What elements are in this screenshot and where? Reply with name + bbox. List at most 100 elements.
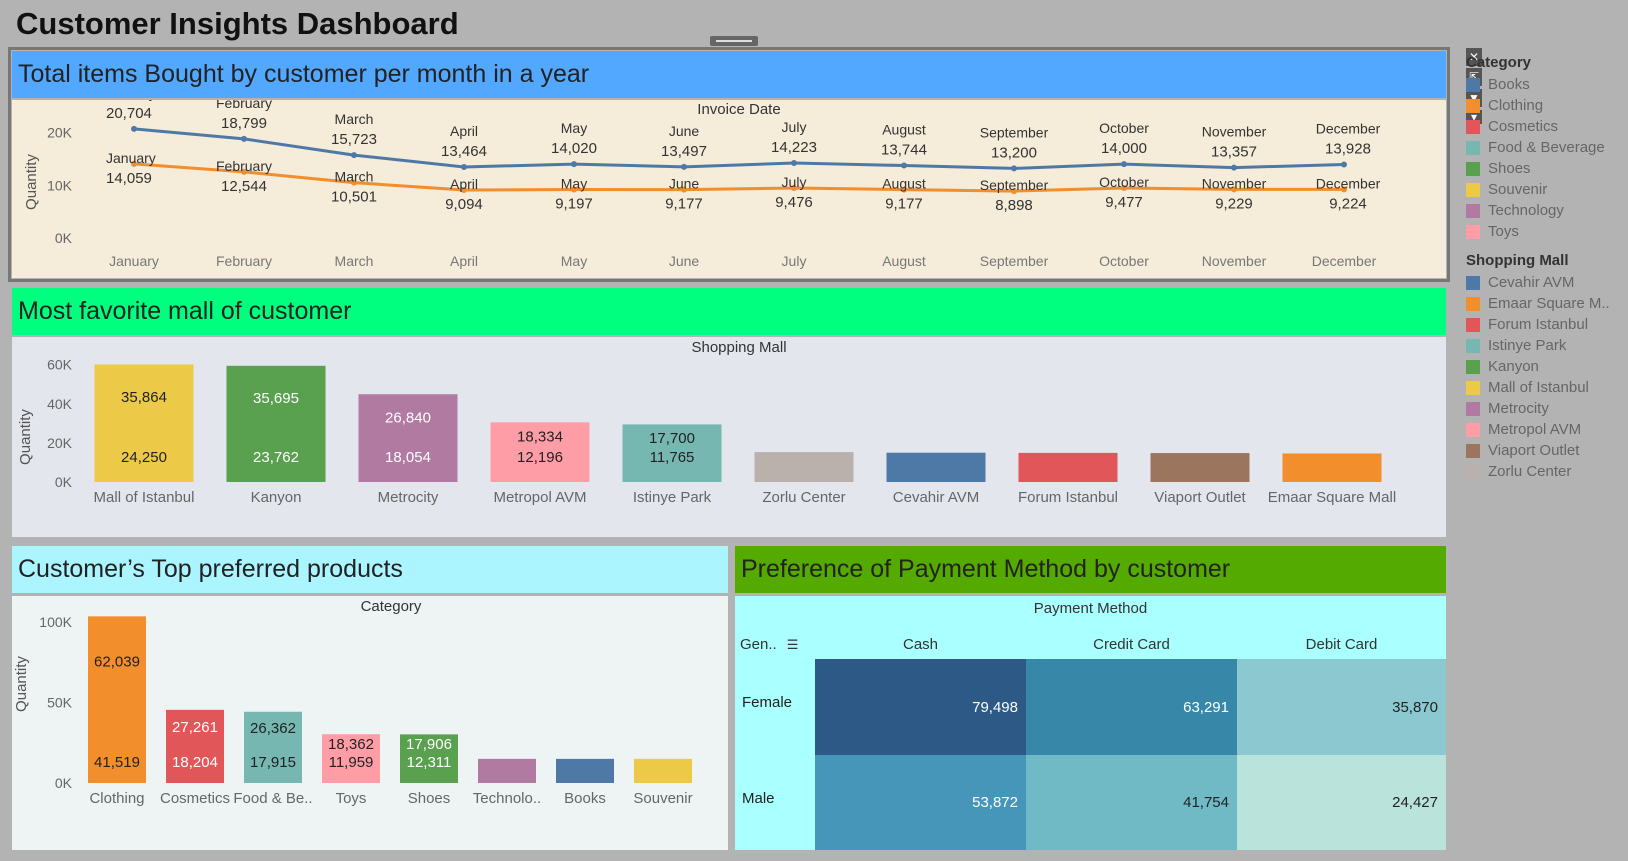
selected-zone-border: [8, 47, 1450, 282]
drag-handle[interactable]: [710, 36, 758, 46]
x-tick-label: Metropol AVM: [493, 489, 586, 506]
legend-label: Emaar Square M..: [1488, 295, 1610, 312]
x-tick-label: Zorlu Center: [762, 489, 845, 506]
bar[interactable]: [886, 452, 986, 482]
mall-panel-title: Most favorite mall of customer: [12, 288, 1446, 335]
legend-label: Kanyon: [1488, 358, 1539, 375]
legend-swatch: [1466, 203, 1480, 218]
payment-header: Payment Method: [1033, 600, 1148, 617]
x-tick-label: Viaport Outlet: [1154, 489, 1246, 506]
product-chart-panel: Category Quantity 100K 50K 0K Clothing 62,039 4…: [12, 596, 728, 850]
y-tick-label: 20K: [47, 435, 73, 451]
category-legend-item[interactable]: Shoes: [1466, 158, 1626, 179]
heatmap-cell[interactable]: 63,291: [1026, 659, 1237, 755]
legend-swatch: [1466, 443, 1480, 458]
category-legend-item[interactable]: Toys: [1466, 221, 1626, 242]
gender-row-header[interactable]: Gen.. ☰: [740, 636, 798, 653]
legend-label: Technology: [1488, 202, 1564, 219]
category-legend-item[interactable]: Technology: [1466, 200, 1626, 221]
legend-label: Books: [1488, 76, 1530, 93]
legend-label: Viaport Outlet: [1488, 442, 1580, 459]
x-tick-label: Emaar Square Mall: [1268, 489, 1396, 506]
y-tick-label: 0K: [55, 474, 73, 490]
mall-legend-item[interactable]: Emaar Square M..: [1466, 293, 1626, 314]
column-header-cash: Cash: [902, 636, 939, 653]
bar[interactable]: [358, 394, 458, 482]
category-legend-item[interactable]: Clothing: [1466, 95, 1626, 116]
bar[interactable]: [634, 758, 692, 783]
legend-label: Metrocity: [1488, 400, 1549, 417]
legend-label: Metropol AVM: [1488, 421, 1582, 438]
mall-legend-item[interactable]: Cevahir AVM: [1466, 272, 1626, 293]
bar-value-label: 62,039: [94, 653, 140, 670]
x-tick-label: Kanyon: [251, 489, 302, 506]
mall-legend-item[interactable]: Metrocity: [1466, 398, 1626, 419]
legend-swatch: [1466, 119, 1480, 134]
y-tick-label: 100K: [39, 614, 72, 630]
bar[interactable]: [478, 758, 536, 783]
heatmap-cell[interactable]: 79,498: [815, 659, 1026, 755]
payment-panel-title: Preference of Payment Method by customer: [735, 546, 1446, 593]
gender-header-label: Gen..: [740, 636, 777, 653]
legend-label: Mall of Istanbul: [1488, 379, 1589, 396]
bar-value-label: 35,695: [253, 390, 299, 407]
bar-value-label: 11,959: [329, 754, 374, 771]
bar-value-label: 23,762: [253, 449, 299, 466]
product-panel-title: Customer’s Top preferred products: [12, 546, 728, 593]
category-legend-item[interactable]: Souvenir: [1466, 179, 1626, 200]
bar[interactable]: [1150, 453, 1250, 482]
product-bar-chart: Category Quantity 100K 50K 0K Clothing 62,039 4…: [13, 598, 693, 807]
x-tick-label: Clothing: [89, 790, 144, 807]
mall-legend-item[interactable]: Metropol AVM: [1466, 419, 1626, 440]
heatmap-cell[interactable]: 35,870: [1237, 659, 1446, 755]
bar-value-label: 12,311: [407, 754, 452, 771]
bar[interactable]: [556, 758, 614, 783]
category-legend: Category Books Clothing Cosmetics Food & Be…: [1466, 52, 1626, 242]
category-legend-item[interactable]: Cosmetics: [1466, 116, 1626, 137]
bar-value-label: 17,915: [250, 754, 296, 771]
column-header-debit-card: Debit Card: [1305, 636, 1378, 653]
y-axis-label: Quantity: [17, 409, 34, 465]
x-tick-label: Mall of Istanbul: [94, 489, 195, 506]
mall-legend-item[interactable]: Viaport Outlet: [1466, 440, 1626, 461]
row-label-female: Female: [742, 694, 793, 711]
mall-legend: Shopping Mall Cevahir AVM Emaar Square M.…: [1466, 250, 1626, 482]
bar[interactable]: [1282, 453, 1382, 482]
x-tick-label: Forum Istanbul: [1018, 489, 1118, 506]
mall-legend-item[interactable]: Kanyon: [1466, 356, 1626, 377]
bar[interactable]: [1018, 452, 1118, 482]
bar-value-label: 17,700: [649, 430, 695, 447]
heatmap-cell[interactable]: 24,427: [1237, 755, 1446, 850]
legend-label: Cevahir AVM: [1488, 274, 1575, 291]
legend-swatch: [1466, 380, 1480, 395]
bar-value-label: 26,362: [250, 720, 296, 737]
legend-swatch: [1466, 182, 1480, 197]
bar-value-label: 27,261: [172, 719, 218, 736]
category-legend-item[interactable]: Books: [1466, 74, 1626, 95]
legend-label: Istinye Park: [1488, 337, 1567, 354]
bar-value-label: 35,864: [121, 389, 167, 406]
sort-icon[interactable]: ☰: [787, 637, 799, 653]
bar-value-label: 11,765: [650, 449, 695, 466]
mall-legend-item[interactable]: Istinye Park: [1466, 335, 1626, 356]
legend-swatch: [1466, 296, 1480, 311]
heatmap-cell[interactable]: 53,872: [815, 755, 1026, 850]
legend-swatch: [1466, 140, 1480, 155]
bar[interactable]: [754, 452, 854, 482]
y-tick-label: 0K: [55, 775, 73, 791]
chart-header: Shopping Mall: [691, 339, 786, 356]
x-tick-label: Toys: [336, 790, 367, 807]
heatmap-cell[interactable]: 41,754: [1026, 755, 1237, 850]
y-axis-label: Quantity: [13, 656, 30, 712]
legend-swatch: [1466, 161, 1480, 176]
mall-legend-item[interactable]: Mall of Istanbul: [1466, 377, 1626, 398]
bar-value-label: 24,250: [121, 449, 167, 466]
bar-value-label: 18,054: [385, 449, 431, 466]
mall-legend-item[interactable]: Zorlu Center: [1466, 461, 1626, 482]
legend-label: Food & Beverage: [1488, 139, 1605, 156]
x-tick-label: Metrocity: [378, 489, 439, 506]
category-legend-item[interactable]: Food & Beverage: [1466, 137, 1626, 158]
legend-label: Cosmetics: [1488, 118, 1559, 135]
payment-heatmap-panel: Payment Method Gen.. ☰ Cash Credit Card …: [735, 596, 1446, 850]
mall-legend-item[interactable]: Forum Istanbul: [1466, 314, 1626, 335]
